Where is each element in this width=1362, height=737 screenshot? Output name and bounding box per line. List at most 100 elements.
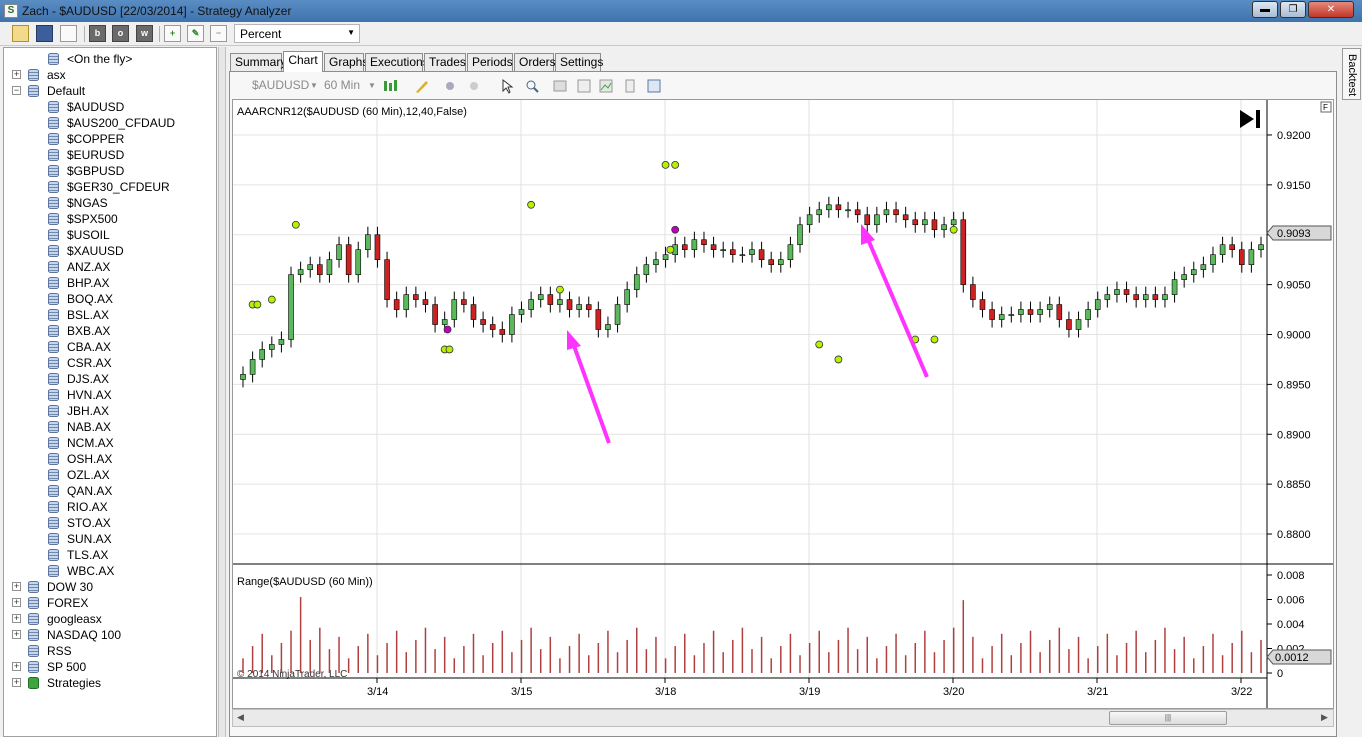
tab-executions[interactable]: Executions — [365, 53, 429, 71]
database-icon — [48, 293, 59, 305]
tree-item[interactable]: CBA.AX — [4, 339, 216, 355]
tree-item[interactable]: BXB.AX — [4, 323, 216, 339]
bar-type-icon[interactable] — [382, 78, 398, 94]
tab-summary[interactable]: Summary — [230, 53, 286, 71]
tree-item[interactable]: NCM.AX — [4, 435, 216, 451]
expand-icon[interactable]: + — [12, 598, 21, 607]
interval-select[interactable]: 60 Min — [324, 78, 360, 92]
tree-item[interactable]: <On the fly> — [4, 51, 216, 67]
tree-item[interactable]: $SPX500 — [4, 211, 216, 227]
instrument-select[interactable]: $AUDUSD — [252, 78, 309, 92]
tree-item[interactable]: BSL.AX — [4, 307, 216, 323]
candle — [326, 251, 333, 283]
tree-item[interactable]: SUN.AX — [4, 531, 216, 547]
minimize-button[interactable]: ▬ — [1252, 1, 1278, 18]
tab-orders[interactable]: Orders — [514, 53, 556, 71]
tree-item[interactable]: OZL.AX — [4, 467, 216, 483]
tree-item-label: FOREX — [47, 596, 89, 610]
scroll-left-icon[interactable]: ◀ — [237, 712, 244, 723]
tree-item[interactable]: STO.AX — [4, 515, 216, 531]
chart-horizontal-scrollbar[interactable]: ◀ ||| ▶ — [232, 709, 1334, 727]
panel-splitter[interactable] — [218, 47, 226, 737]
tree-item[interactable]: HVN.AX — [4, 387, 216, 403]
tree-item[interactable]: $AUDUSD — [4, 99, 216, 115]
tree-item[interactable]: OSH.AX — [4, 451, 216, 467]
tab-trades[interactable]: Trades — [424, 53, 466, 71]
tree-item[interactable]: $COPPER — [4, 131, 216, 147]
tree-item[interactable]: $USOIL — [4, 227, 216, 243]
o-icon[interactable]: o — [112, 25, 129, 42]
tab-graphs[interactable]: Graphs — [324, 53, 368, 71]
tree-item[interactable]: RIO.AX — [4, 499, 216, 515]
close-button[interactable]: ✕ — [1308, 1, 1354, 18]
collapse-icon[interactable]: − — [12, 86, 21, 95]
open-folder-icon[interactable] — [12, 25, 29, 42]
expand-icon[interactable]: + — [12, 630, 21, 639]
price-chart[interactable]: AAARCNR12($AUDUSD (60 Min),12,40,False) … — [232, 99, 1334, 709]
expand-icon[interactable]: + — [12, 678, 21, 687]
skip-to-end-icon[interactable] — [1240, 110, 1260, 128]
chart-style-icon[interactable] — [598, 78, 614, 94]
tree-item[interactable]: + DOW 30 — [4, 579, 216, 595]
tree-item[interactable]: BOQ.AX — [4, 291, 216, 307]
tab-chart[interactable]: Chart — [283, 51, 323, 72]
expand-icon[interactable]: + — [12, 614, 21, 623]
drawing-tool-icon[interactable] — [414, 78, 430, 94]
expand-icon[interactable]: + — [12, 70, 21, 79]
tree-item[interactable]: ANZ.AX — [4, 259, 216, 275]
tree-item[interactable]: QAN.AX — [4, 483, 216, 499]
expand-icon[interactable]: + — [12, 662, 21, 671]
data-box-icon[interactable] — [576, 78, 592, 94]
tree-item[interactable]: $NGAS — [4, 195, 216, 211]
properties-icon[interactable] — [552, 78, 568, 94]
tree-item[interactable]: $XAUUSD — [4, 243, 216, 259]
tree-item[interactable]: + NASDAQ 100 — [4, 627, 216, 643]
zoom-icon[interactable] — [524, 78, 540, 94]
print-icon[interactable] — [60, 25, 77, 42]
tree-item[interactable]: RSS — [4, 643, 216, 659]
tree-item[interactable]: JBH.AX — [4, 403, 216, 419]
candle — [461, 291, 467, 313]
tree-item[interactable]: WBC.AX — [4, 563, 216, 579]
tree-item[interactable]: + Strategies — [4, 675, 216, 691]
backtest-side-tab[interactable]: Backtest — [1342, 48, 1361, 100]
tree-item[interactable]: + googleasx — [4, 611, 216, 627]
tree-item[interactable]: BHP.AX — [4, 275, 216, 291]
w-icon[interactable]: w — [136, 25, 153, 42]
mode-select[interactable]: Percent ▼ — [234, 24, 360, 43]
tree-item[interactable]: $GER30_CFDEUR — [4, 179, 216, 195]
template-icon[interactable] — [622, 78, 638, 94]
indicator-icon[interactable] — [442, 78, 458, 94]
b-icon[interactable]: b — [89, 25, 106, 42]
tree-item[interactable]: $GBPUSD — [4, 163, 216, 179]
add-icon[interactable]: + — [164, 25, 181, 42]
candle — [960, 211, 967, 293]
tree-item[interactable]: $AUS200_CFDAUD — [4, 115, 216, 131]
maximize-button[interactable]: ❐ — [1280, 1, 1306, 18]
panel-icon[interactable] — [646, 78, 662, 94]
tree-item[interactable]: DJS.AX — [4, 371, 216, 387]
remove-icon[interactable]: − — [210, 25, 227, 42]
chart-canvas[interactable]: AAARCNR12($AUDUSD (60 Min),12,40,False) … — [233, 100, 1333, 708]
tree-item[interactable]: $EURUSD — [4, 147, 216, 163]
tab-periods[interactable]: Periods — [467, 53, 513, 71]
candle — [1094, 291, 1101, 318]
tree-item[interactable]: + FOREX — [4, 595, 216, 611]
tree-item[interactable]: TLS.AX — [4, 547, 216, 563]
candle — [749, 241, 755, 263]
save-icon[interactable] — [36, 25, 53, 42]
database-icon — [48, 357, 59, 369]
strategy-icon[interactable] — [466, 78, 482, 94]
tree-item[interactable]: CSR.AX — [4, 355, 216, 371]
scroll-right-icon[interactable]: ▶ — [1321, 712, 1328, 723]
tree-item[interactable]: − Default — [4, 83, 216, 99]
scrollbar-thumb[interactable]: ||| — [1109, 711, 1227, 725]
expand-icon[interactable]: + — [12, 582, 21, 591]
tree-item[interactable]: + SP 500 — [4, 659, 216, 675]
database-icon — [48, 261, 59, 273]
edit-icon[interactable]: ✎ — [187, 25, 204, 42]
tree-item[interactable]: + asx — [4, 67, 216, 83]
tab-settings[interactable]: Settings — [555, 53, 603, 71]
cursor-icon[interactable] — [500, 78, 516, 94]
tree-item[interactable]: NAB.AX — [4, 419, 216, 435]
